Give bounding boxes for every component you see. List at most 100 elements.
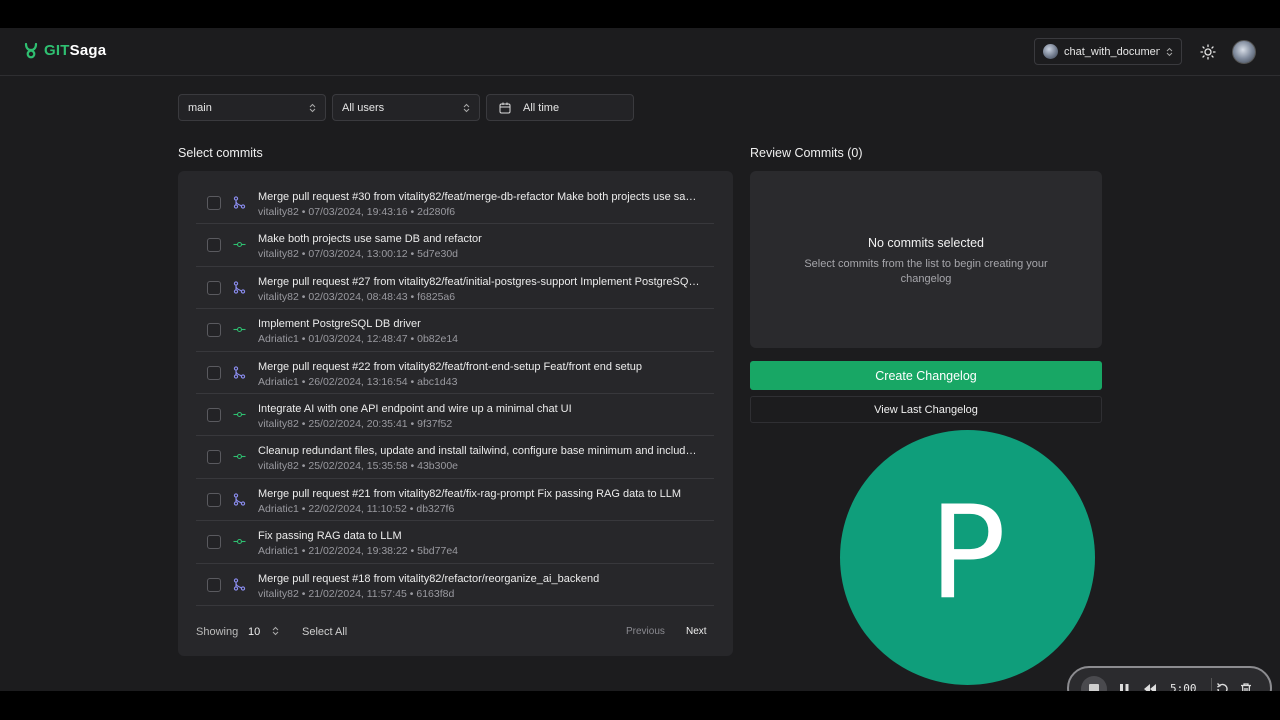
commit-list: Merge pull request #30 from vitality82/f… (196, 182, 714, 606)
commit-meta: vitality82 • 25/02/2024, 20:35:41 • 9f37… (258, 417, 453, 430)
commit-row[interactable]: Merge pull request #27 from vitality82/f… (196, 267, 714, 310)
commit-row[interactable]: Cleanup redundant files, update and inst… (196, 436, 714, 479)
letterbox-top (0, 0, 1280, 28)
commit-text: Merge pull request #22 from vitality82/f… (258, 360, 702, 389)
commit-title: Merge pull request #22 from vitality82/f… (258, 360, 642, 373)
commit-row[interactable]: Merge pull request #21 from vitality82/f… (196, 479, 714, 522)
commit-meta: vitality82 • 07/03/2024, 19:43:16 • 2d28… (258, 206, 456, 218)
git-merge-icon (233, 493, 246, 506)
commit-row[interactable]: Integrate AI with one API endpoint and w… (196, 394, 714, 437)
pagination-bar: Showing 10 Select All Previous Next (196, 623, 714, 643)
commit-list-panel: Merge pull request #30 from vitality82/f… (178, 171, 733, 656)
create-changelog-button[interactable]: Create Changelog (750, 361, 1102, 390)
commit-row[interactable]: Merge pull request #18 from vitality82/r… (196, 564, 714, 606)
commit-meta: vitality82 • 25/02/2024, 15:35:58 • 43b3… (258, 460, 459, 473)
commit-checkbox[interactable] (207, 407, 221, 422)
commit-meta: Adriatic1 • 26/02/2024, 13:16:54 • abc1d… (258, 375, 458, 388)
user-avatar[interactable] (1232, 40, 1256, 64)
chevron-up-down-icon[interactable] (272, 625, 279, 637)
commit-meta: vitality82 • 02/03/2024, 08:48:43 • f682… (258, 290, 456, 303)
commit-text: Implement PostgreSQL DB driver Adriatic1 … (258, 317, 702, 346)
commit-title: Merge pull request #27 from vitality82/f… (258, 275, 702, 288)
page-size-select[interactable]: 10 (248, 626, 260, 638)
sun-icon[interactable] (1198, 42, 1218, 62)
chevron-up-down-icon (309, 103, 316, 112)
git-merge-icon (233, 365, 246, 379)
commit-row[interactable]: Implement PostgreSQL DB driver Adriatic1 … (196, 309, 714, 352)
commit-text: Integrate AI with one API endpoint and w… (258, 402, 702, 431)
empty-state-subtitle: Select commits from the list to begin cr… (804, 258, 1048, 285)
users-select-value: All users (342, 101, 385, 114)
date-range-value: All time (523, 101, 560, 114)
presenter-initial: P (928, 478, 1007, 628)
rewind-icon[interactable] (1142, 681, 1158, 691)
logo-text: GITSaga (44, 42, 106, 59)
git-commit-icon (233, 535, 246, 548)
repository-label: chat_with_documen (1064, 45, 1161, 58)
commit-meta: vitality82 • 21/02/2024, 11:57:45 • 6163… (258, 587, 455, 600)
commit-checkbox[interactable] (207, 492, 221, 507)
git-merge-icon (233, 196, 246, 209)
git-commit-icon (233, 408, 246, 421)
commit-checkbox[interactable] (207, 577, 221, 592)
commit-checkbox[interactable] (207, 450, 221, 465)
commit-checkbox[interactable] (207, 238, 221, 253)
commit-row[interactable]: Make both projects use same DB and refac… (196, 224, 714, 267)
commit-meta: Adriatic1 • 01/03/2024, 12:48:47 • 0b82e… (258, 333, 459, 346)
commit-row[interactable]: Merge pull request #22 from vitality82/f… (196, 352, 714, 394)
commit-checkbox[interactable] (207, 280, 221, 295)
view-last-changelog-button[interactable]: View Last Changelog (750, 396, 1102, 423)
commit-text: Merge pull request #27 from vitality82/f… (258, 275, 702, 304)
commit-text: Merge pull request #18 from vitality82/r… (258, 572, 702, 601)
commit-title: Merge pull request #18 from vitality82/r… (258, 572, 600, 585)
commit-meta: Adriatic1 • 22/02/2024, 11:10:52 • db327… (258, 502, 455, 515)
commit-title: Fix passing RAG data to LLM (258, 530, 402, 543)
commit-text: Merge pull request #21 from vitality82/f… (258, 487, 702, 516)
git-merge-icon (233, 281, 246, 294)
git-commit-icon (233, 323, 246, 336)
app-logo[interactable]: GITSaga (24, 42, 106, 59)
recording-timer: 5:00 (1170, 682, 1197, 691)
commit-text: Fix passing RAG data to LLM Adriatic1 • 2… (258, 529, 702, 558)
commit-title: Merge pull request #30 from vitality82/f… (258, 191, 702, 203)
trash-icon[interactable] (1238, 681, 1254, 691)
commit-title: Cleanup redundant files, update and inst… (258, 445, 702, 458)
presenter-avatar: P (840, 430, 1095, 685)
app-window: GITSaga chat_with_documen main All users… (0, 28, 1280, 691)
chevron-up-down-icon (1166, 47, 1173, 56)
pause-icon[interactable] (1116, 681, 1132, 691)
previous-page-button[interactable]: Previous (626, 626, 665, 637)
logo-icon (24, 42, 38, 58)
branch-select-value: main (188, 101, 212, 114)
commit-row[interactable]: Merge pull request #30 from vitality82/f… (196, 182, 714, 225)
next-page-button[interactable]: Next (686, 626, 707, 637)
git-commit-icon (233, 238, 246, 251)
select-commits-heading: Select commits (178, 146, 263, 160)
showing-label: Showing (196, 626, 239, 638)
commit-checkbox[interactable] (207, 365, 221, 380)
logo-text-prefix: GIT (44, 42, 70, 59)
commit-checkbox[interactable] (207, 196, 221, 210)
commit-checkbox[interactable] (207, 323, 221, 338)
commit-meta: Adriatic1 • 21/02/2024, 19:38:22 • 5bd77… (258, 545, 459, 558)
empty-state-title: No commits selected (867, 236, 984, 250)
letterbox-bottom (0, 691, 1280, 720)
repo-avatar (1043, 44, 1058, 59)
commit-text: Make both projects use same DB and refac… (258, 232, 702, 261)
commit-row[interactable]: Fix passing RAG data to LLM Adriatic1 • 2… (196, 521, 714, 564)
restart-icon[interactable] (1214, 681, 1230, 691)
chevron-up-down-icon (463, 103, 470, 112)
stop-recording-button[interactable] (1081, 676, 1107, 691)
commit-title: Integrate AI with one API endpoint and w… (258, 402, 572, 415)
commit-title: Merge pull request #21 from vitality82/f… (258, 487, 682, 500)
repository-select[interactable]: chat_with_documen (1034, 38, 1182, 65)
commit-text: Merge pull request #30 from vitality82/f… (258, 190, 702, 219)
calendar-icon (499, 102, 511, 113)
users-select[interactable]: All users (332, 94, 480, 121)
branch-select[interactable]: main (178, 94, 326, 121)
commit-title: Make both projects use same DB and refac… (258, 233, 482, 246)
select-all-button[interactable]: Select All (302, 626, 347, 638)
commit-checkbox[interactable] (207, 535, 221, 550)
date-range-picker[interactable]: All time (486, 94, 634, 121)
git-commit-icon (233, 450, 246, 463)
